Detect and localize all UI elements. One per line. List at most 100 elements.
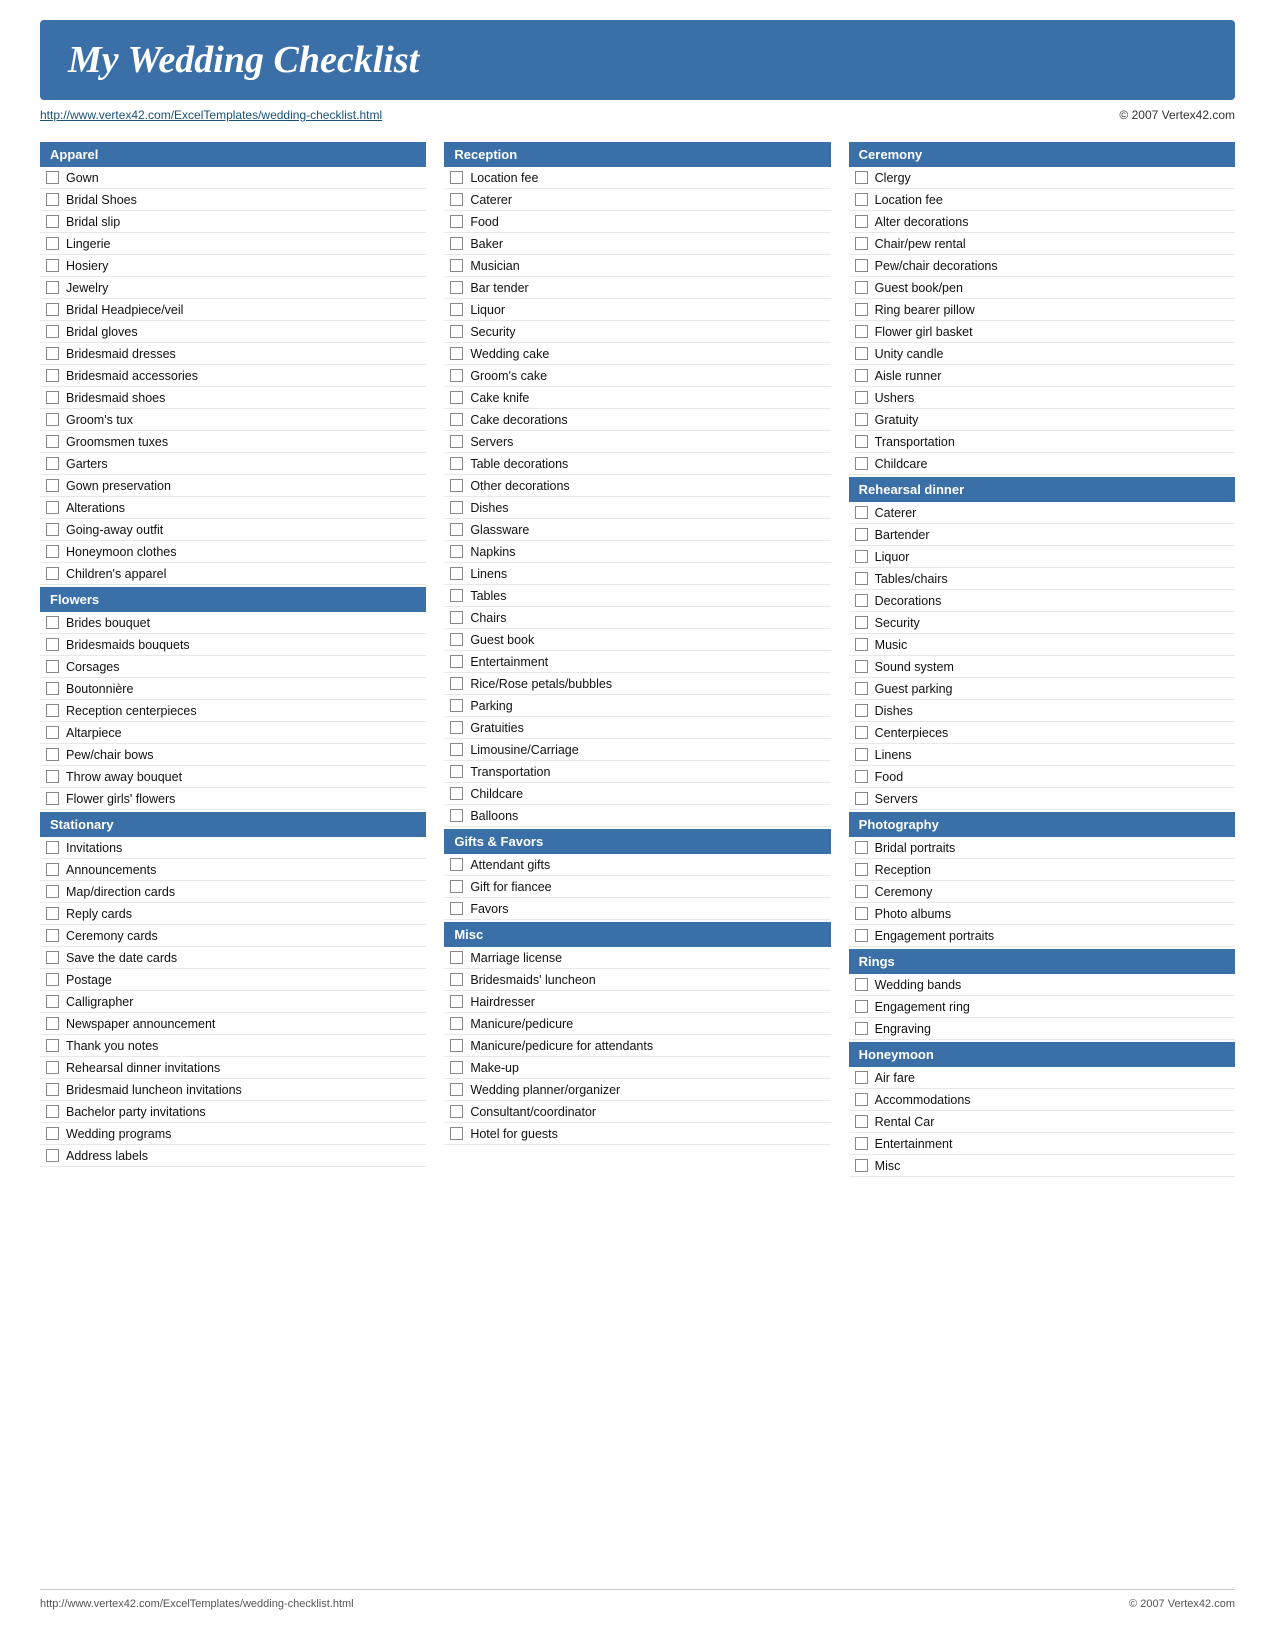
list-item[interactable]: Napkins xyxy=(444,541,830,563)
list-item[interactable]: Misc xyxy=(849,1155,1235,1177)
checkbox[interactable] xyxy=(855,1093,868,1106)
list-item[interactable]: Lingerie xyxy=(40,233,426,255)
checkbox[interactable] xyxy=(450,1061,463,1074)
checkbox[interactable] xyxy=(450,699,463,712)
checkbox[interactable] xyxy=(450,479,463,492)
list-item[interactable]: Favors xyxy=(444,898,830,920)
checkbox[interactable] xyxy=(46,1039,59,1052)
checkbox[interactable] xyxy=(855,1000,868,1013)
list-item[interactable]: Childcare xyxy=(849,453,1235,475)
checkbox[interactable] xyxy=(450,589,463,602)
list-item[interactable]: Liquor xyxy=(849,546,1235,568)
checkbox[interactable] xyxy=(855,704,868,717)
checkbox[interactable] xyxy=(450,1083,463,1096)
list-item[interactable]: Wedding planner/organizer xyxy=(444,1079,830,1101)
list-item[interactable]: Reception centerpieces xyxy=(40,700,426,722)
checkbox[interactable] xyxy=(450,325,463,338)
checkbox[interactable] xyxy=(855,435,868,448)
checkbox[interactable] xyxy=(855,1022,868,1035)
list-item[interactable]: Air fare xyxy=(849,1067,1235,1089)
checkbox[interactable] xyxy=(450,880,463,893)
list-item[interactable]: Bridesmaids' luncheon xyxy=(444,969,830,991)
checkbox[interactable] xyxy=(450,655,463,668)
checkbox[interactable] xyxy=(46,907,59,920)
list-item[interactable]: Alter decorations xyxy=(849,211,1235,233)
list-item[interactable]: Dishes xyxy=(849,700,1235,722)
list-item[interactable]: Bridal Headpiece/veil xyxy=(40,299,426,321)
checkbox[interactable] xyxy=(855,325,868,338)
checkbox[interactable] xyxy=(46,479,59,492)
checkbox[interactable] xyxy=(450,1039,463,1052)
list-item[interactable]: Music xyxy=(849,634,1235,656)
checkbox[interactable] xyxy=(855,638,868,651)
checkbox[interactable] xyxy=(46,259,59,272)
list-item[interactable]: Limousine/Carriage xyxy=(444,739,830,761)
checkbox[interactable] xyxy=(46,704,59,717)
list-item[interactable]: Rehearsal dinner invitations xyxy=(40,1057,426,1079)
checkbox[interactable] xyxy=(450,787,463,800)
checkbox[interactable] xyxy=(46,616,59,629)
list-item[interactable]: Jewelry xyxy=(40,277,426,299)
checkbox[interactable] xyxy=(855,281,868,294)
checkbox[interactable] xyxy=(46,1127,59,1140)
checkbox[interactable] xyxy=(46,237,59,250)
list-item[interactable]: Other decorations xyxy=(444,475,830,497)
checkbox[interactable] xyxy=(46,413,59,426)
list-item[interactable]: Groomsmen tuxes xyxy=(40,431,426,453)
list-item[interactable]: Bridal slip xyxy=(40,211,426,233)
checkbox[interactable] xyxy=(855,347,868,360)
list-item[interactable]: Wedding programs xyxy=(40,1123,426,1145)
list-item[interactable]: Wedding cake xyxy=(444,343,830,365)
list-item[interactable]: Table decorations xyxy=(444,453,830,475)
checkbox[interactable] xyxy=(46,457,59,470)
checkbox[interactable] xyxy=(450,545,463,558)
list-item[interactable]: Announcements xyxy=(40,859,426,881)
list-item[interactable]: Attendant gifts xyxy=(444,854,830,876)
checkbox[interactable] xyxy=(855,792,868,805)
list-item[interactable]: Unity candle xyxy=(849,343,1235,365)
list-item[interactable]: Engraving xyxy=(849,1018,1235,1040)
checkbox[interactable] xyxy=(450,995,463,1008)
list-item[interactable]: Engagement portraits xyxy=(849,925,1235,947)
list-item[interactable]: Bridal gloves xyxy=(40,321,426,343)
list-item[interactable]: Security xyxy=(849,612,1235,634)
list-item[interactable]: Boutonnière xyxy=(40,678,426,700)
checkbox[interactable] xyxy=(450,951,463,964)
checkbox[interactable] xyxy=(46,347,59,360)
checkbox[interactable] xyxy=(46,726,59,739)
list-item[interactable]: Honeymoon clothes xyxy=(40,541,426,563)
list-item[interactable]: Brides bouquet xyxy=(40,612,426,634)
checkbox[interactable] xyxy=(46,1083,59,1096)
checkbox[interactable] xyxy=(855,457,868,470)
list-item[interactable]: Cake decorations xyxy=(444,409,830,431)
checkbox[interactable] xyxy=(46,863,59,876)
list-item[interactable]: Childcare xyxy=(444,783,830,805)
checkbox[interactable] xyxy=(855,550,868,563)
checkbox[interactable] xyxy=(450,809,463,822)
checkbox[interactable] xyxy=(855,1137,868,1150)
checkbox[interactable] xyxy=(450,413,463,426)
list-item[interactable]: Manicure/pedicure for attendants xyxy=(444,1035,830,1057)
list-item[interactable]: Balloons xyxy=(444,805,830,827)
list-item[interactable]: Entertainment xyxy=(444,651,830,673)
list-item[interactable]: Bridesmaid luncheon invitations xyxy=(40,1079,426,1101)
list-item[interactable]: Ring bearer pillow xyxy=(849,299,1235,321)
checkbox[interactable] xyxy=(46,545,59,558)
header-url[interactable]: http://www.vertex42.com/ExcelTemplates/w… xyxy=(40,108,382,122)
list-item[interactable]: Centerpieces xyxy=(849,722,1235,744)
checkbox[interactable] xyxy=(855,369,868,382)
checkbox[interactable] xyxy=(46,770,59,783)
list-item[interactable]: Reception xyxy=(849,859,1235,881)
checkbox[interactable] xyxy=(450,303,463,316)
list-item[interactable]: Groom's tux xyxy=(40,409,426,431)
checkbox[interactable] xyxy=(855,929,868,942)
list-item[interactable]: Pew/chair decorations xyxy=(849,255,1235,277)
checkbox[interactable] xyxy=(46,792,59,805)
list-item[interactable]: Decorations xyxy=(849,590,1235,612)
checkbox[interactable] xyxy=(450,1105,463,1118)
list-item[interactable]: Flower girl basket xyxy=(849,321,1235,343)
checkbox[interactable] xyxy=(855,841,868,854)
checkbox[interactable] xyxy=(46,1061,59,1074)
checkbox[interactable] xyxy=(855,907,868,920)
checkbox[interactable] xyxy=(450,457,463,470)
